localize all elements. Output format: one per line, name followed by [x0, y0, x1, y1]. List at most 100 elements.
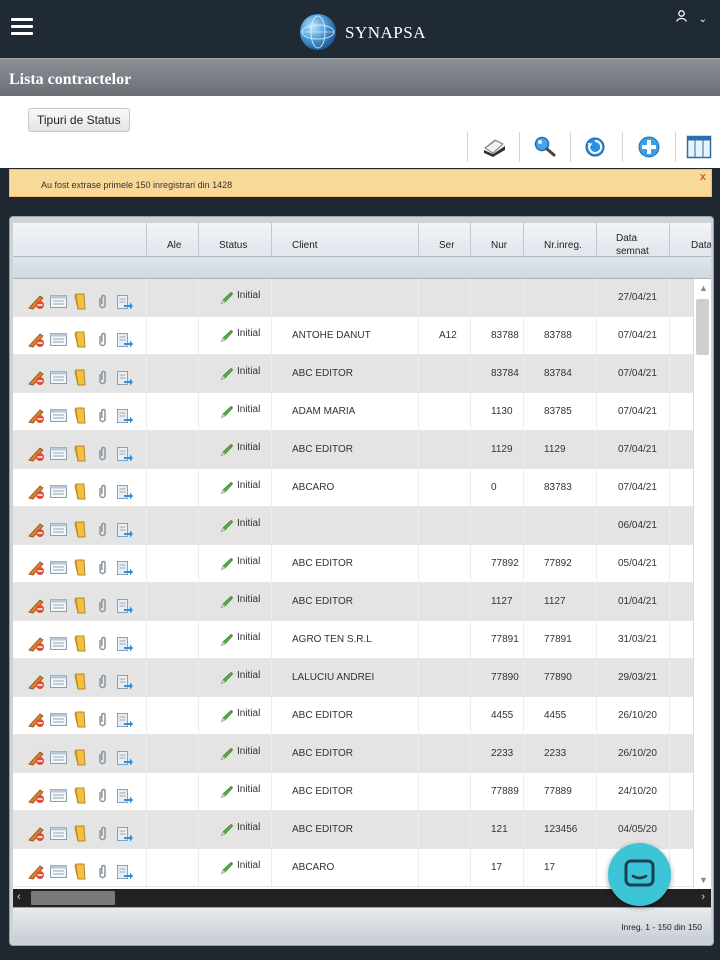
attachment-icon[interactable] — [93, 559, 112, 576]
edit-icon[interactable] — [27, 597, 46, 614]
attachment-icon[interactable] — [93, 293, 112, 310]
scroll-left-icon[interactable]: ‹ — [17, 891, 21, 903]
export-icon[interactable] — [115, 369, 134, 386]
chat-icon[interactable] — [608, 843, 671, 906]
scroll-down-icon[interactable]: ▼ — [699, 875, 708, 885]
attachment-icon[interactable] — [93, 863, 112, 880]
folder-icon[interactable] — [71, 293, 90, 310]
edit-icon[interactable] — [27, 521, 46, 538]
close-icon[interactable]: x — [700, 171, 706, 183]
export-icon[interactable] — [115, 749, 134, 766]
attachment-icon[interactable] — [93, 749, 112, 766]
search-icon[interactable] — [528, 131, 562, 163]
folder-icon[interactable] — [71, 673, 90, 690]
attachment-icon[interactable] — [93, 369, 112, 386]
edit-icon[interactable] — [27, 825, 46, 842]
scroll-up-icon[interactable]: ▲ — [699, 283, 708, 293]
table-row[interactable]: Initial ABC EDITOR 83784 83784 07/04/21 — [13, 355, 693, 393]
details-icon[interactable] — [49, 787, 68, 804]
horizontal-scrollbar[interactable]: ‹ › — [13, 889, 711, 907]
columns-icon[interactable] — [682, 131, 716, 163]
export-icon[interactable] — [115, 521, 134, 538]
attachment-icon[interactable] — [93, 673, 112, 690]
export-icon[interactable] — [115, 483, 134, 500]
attachment-icon[interactable] — [93, 483, 112, 500]
export-icon[interactable] — [115, 597, 134, 614]
attachment-icon[interactable] — [93, 635, 112, 652]
edit-icon[interactable] — [27, 787, 46, 804]
table-row[interactable]: Initial ADAM MARIA 1130 83785 07/04/21 — [13, 393, 693, 431]
hamburger-icon[interactable] — [11, 18, 33, 36]
edit-icon[interactable] — [27, 711, 46, 728]
edit-icon[interactable] — [27, 407, 46, 424]
folder-icon[interactable] — [71, 787, 90, 804]
user-menu[interactable]: ⌄ — [676, 10, 707, 25]
export-icon[interactable] — [115, 331, 134, 348]
table-row[interactable]: Initial ABC EDITOR 77892 77892 05/04/21 — [13, 545, 693, 583]
folder-icon[interactable] — [71, 483, 90, 500]
details-icon[interactable] — [49, 521, 68, 538]
scroll-right-icon[interactable]: › — [701, 891, 705, 903]
details-icon[interactable] — [49, 559, 68, 576]
export-icon[interactable] — [115, 635, 134, 652]
table-row[interactable]: Initial ABC EDITOR 1127 1127 01/04/21 — [13, 583, 693, 621]
details-icon[interactable] — [49, 749, 68, 766]
details-icon[interactable] — [49, 673, 68, 690]
table-row[interactable]: Initial ABCARO 0 83783 07/04/21 — [13, 469, 693, 507]
edit-icon[interactable] — [27, 749, 46, 766]
folder-icon[interactable] — [71, 559, 90, 576]
table-row[interactable]: Initial ABC EDITOR 1129 1129 07/04/21 — [13, 431, 693, 469]
folder-icon[interactable] — [71, 711, 90, 728]
edit-icon[interactable] — [27, 863, 46, 880]
export-icon[interactable] — [115, 673, 134, 690]
export-icon[interactable] — [115, 445, 134, 462]
status-types-button[interactable]: Tipuri de Status — [28, 108, 130, 132]
attachment-icon[interactable] — [93, 825, 112, 842]
folder-icon[interactable] — [71, 445, 90, 462]
details-icon[interactable] — [49, 635, 68, 652]
export-icon[interactable] — [115, 407, 134, 424]
add-icon[interactable] — [632, 131, 666, 163]
details-icon[interactable] — [49, 825, 68, 842]
edit-icon[interactable] — [27, 293, 46, 310]
details-icon[interactable] — [49, 407, 68, 424]
edit-icon[interactable] — [27, 635, 46, 652]
attachment-icon[interactable] — [93, 445, 112, 462]
folder-icon[interactable] — [71, 331, 90, 348]
export-icon[interactable] — [115, 559, 134, 576]
table-row[interactable]: Initial ABC EDITOR 121 123456 04/05/20 — [13, 811, 693, 849]
attachment-icon[interactable] — [93, 711, 112, 728]
table-row[interactable]: Initial ABC EDITOR 4455 4455 26/10/20 — [13, 697, 693, 735]
details-icon[interactable] — [49, 331, 68, 348]
attachment-icon[interactable] — [93, 521, 112, 538]
details-icon[interactable] — [49, 597, 68, 614]
table-row[interactable]: Initial LALUCIU ANDREI 77890 77890 29/03/21 — [13, 659, 693, 697]
folder-icon[interactable] — [71, 863, 90, 880]
details-icon[interactable] — [49, 445, 68, 462]
table-row[interactable]: Initial ANTOHE DANUT A12 83788 83788 07/04/21 — [13, 317, 693, 355]
edit-icon[interactable] — [27, 483, 46, 500]
export-icon[interactable] — [115, 863, 134, 880]
table-row[interactable]: Initial 06/04/21 — [13, 507, 693, 545]
details-icon[interactable] — [49, 483, 68, 500]
table-row[interactable]: Initial ABCARO 17 17 — [13, 849, 693, 887]
details-icon[interactable] — [49, 711, 68, 728]
table-row[interactable]: Initial ABC EDITOR 77889 77889 24/10/20 — [13, 773, 693, 811]
export-icon[interactable] — [115, 711, 134, 728]
edit-icon[interactable] — [27, 673, 46, 690]
scroll-thumb[interactable] — [31, 891, 115, 905]
scroll-thumb[interactable] — [696, 299, 709, 355]
attachment-icon[interactable] — [93, 407, 112, 424]
attachment-icon[interactable] — [93, 597, 112, 614]
table-row[interactable]: Initial ABC EDITOR 2233 2233 26/10/20 — [13, 735, 693, 773]
folder-icon[interactable] — [71, 369, 90, 386]
export-icon[interactable] — [115, 825, 134, 842]
folder-icon[interactable] — [71, 825, 90, 842]
table-row[interactable]: Initial 27/04/21 — [13, 279, 693, 317]
export-icon[interactable] — [115, 787, 134, 804]
folder-icon[interactable] — [71, 635, 90, 652]
edit-icon[interactable] — [27, 369, 46, 386]
edit-icon[interactable] — [27, 445, 46, 462]
folder-icon[interactable] — [71, 749, 90, 766]
vertical-scrollbar[interactable]: ▲ ▼ — [693, 279, 711, 889]
